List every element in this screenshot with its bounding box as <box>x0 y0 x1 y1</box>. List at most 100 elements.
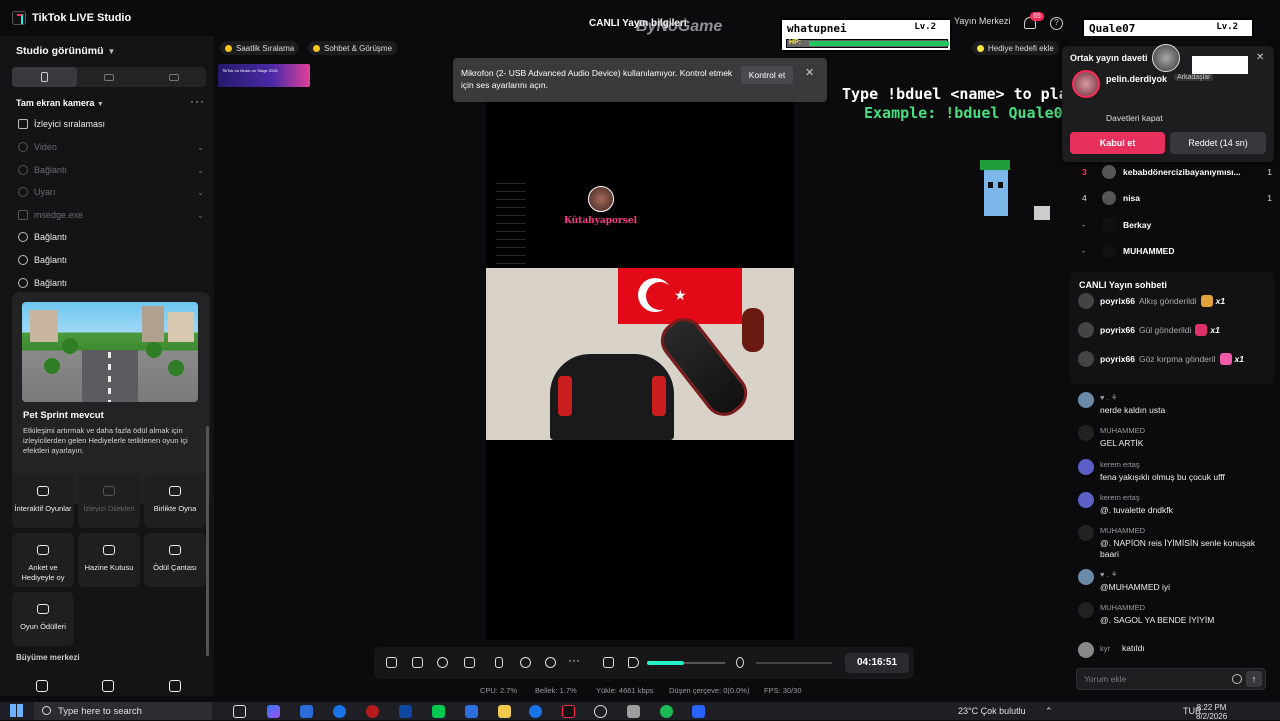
source-item[interactable]: İzleyici sıralaması <box>18 115 204 133</box>
studio-view-dropdown[interactable]: Studio görünümü ▼ <box>16 45 115 57</box>
phone-icon[interactable] <box>495 657 503 668</box>
chevron-down-icon[interactable]: ⌄ <box>197 166 204 175</box>
diamond-icon[interactable] <box>169 680 181 692</box>
treasure-icon <box>103 545 115 555</box>
gamepad-icon <box>37 486 49 496</box>
rank-number: 4 <box>1082 193 1087 203</box>
app-icon[interactable] <box>366 705 379 718</box>
rank-number: - <box>1082 220 1085 230</box>
scene-selector[interactable]: Tam ekran kamera ▼ <box>16 98 104 108</box>
more-icon[interactable]: ··· <box>568 653 580 667</box>
app-icon[interactable] <box>594 705 607 718</box>
app-icon[interactable] <box>627 705 640 718</box>
gift-goal-chip[interactable]: Hediye hedefi ekle <box>972 41 1059 55</box>
pet-sprint-promo[interactable]: Pet Sprint mevcut Etkileşimi artırmak ve… <box>12 292 210 504</box>
game-rewards-button[interactable]: Oyun Ödülleri <box>12 592 74 646</box>
source-item[interactable]: Video ⌄ <box>18 138 204 156</box>
avatar <box>1102 244 1116 258</box>
app-icon[interactable] <box>692 705 705 718</box>
tiktok-logo-icon <box>12 11 26 25</box>
windows-start-icon[interactable] <box>10 704 23 717</box>
speaker-icon[interactable] <box>628 657 639 668</box>
gift-user: poyrix66 <box>1100 325 1135 335</box>
task-view-icon[interactable] <box>233 705 246 718</box>
ranking-row[interactable]: - MUHAMMED <box>1082 242 1272 260</box>
player1-hp-fill <box>809 41 949 46</box>
chevron-down-icon[interactable]: ⌄ <box>197 143 204 152</box>
source-item[interactable]: Uyarı ⌄ <box>18 183 204 201</box>
source-item[interactable]: Bağlantı <box>18 251 204 269</box>
clock[interactable]: 8:22 PM 8/2/2026 <box>1196 703 1227 721</box>
avatar <box>1102 165 1116 179</box>
player1-level: Lv.2 <box>914 22 936 32</box>
duel-instruction: Type !bduel <name> to play <box>842 85 1077 103</box>
invite-title: Ortak yayın daveti <box>1070 53 1148 63</box>
ai-icon[interactable] <box>437 657 448 668</box>
folder-icon[interactable] <box>498 705 511 718</box>
viewer-wishes-button[interactable]: İzleyici Dilekleri <box>78 474 140 528</box>
ranking-row[interactable]: 3 kebabdönercizibayanıymısı... 1 <box>1082 163 1272 181</box>
edge-icon[interactable] <box>333 705 346 718</box>
chat-user: MUHAMMED <box>1100 603 1145 612</box>
source-item[interactable]: msedge.exe ⌄ <box>18 206 204 224</box>
source-item[interactable]: Bağlantı <box>18 274 204 292</box>
store-icon[interactable] <box>300 705 313 718</box>
chevron-down-icon[interactable]: ⌄ <box>197 211 204 220</box>
avatar <box>1078 492 1094 508</box>
edge-icon[interactable] <box>529 705 542 718</box>
heart-icon[interactable] <box>36 680 48 692</box>
app-icon[interactable] <box>399 705 412 718</box>
tiktok-live-icon[interactable] <box>562 705 575 718</box>
app-icon[interactable] <box>465 705 478 718</box>
toast-message: Mikrofon (2- USB Advanced Audio Device) … <box>461 68 733 90</box>
landscape-toggle[interactable] <box>77 67 142 87</box>
more-options-icon[interactable]: ··· <box>190 94 205 108</box>
avatar <box>1078 525 1094 541</box>
send-button[interactable]: ↑ <box>1246 671 1262 687</box>
settings-sliders-icon[interactable] <box>603 657 614 668</box>
reward-bag-button[interactable]: Ödül Çantası <box>144 533 206 587</box>
interactive-games-button[interactable]: İnteraktif Oyunlar <box>12 474 74 528</box>
mic-icon[interactable] <box>736 657 744 668</box>
source-item[interactable]: Bağlantı <box>18 228 204 246</box>
avatar <box>1078 569 1094 585</box>
weather-text[interactable]: 23°C Çok bulutlu <box>958 706 1026 716</box>
close-icon[interactable]: ✕ <box>1256 52 1264 63</box>
tray-icons[interactable]: ⌃ <box>1045 706 1053 717</box>
add-source-icon[interactable] <box>464 657 475 668</box>
copilot-icon[interactable] <box>267 705 280 718</box>
mic-slider[interactable] <box>756 662 832 664</box>
hourly-ranking-chip[interactable]: Saatlik Sıralama <box>220 41 300 55</box>
close-icon[interactable]: ✕ <box>805 66 814 79</box>
record-icon[interactable] <box>520 657 531 668</box>
chevron-down-icon[interactable]: ⌄ <box>197 188 204 197</box>
dual-toggle[interactable] <box>141 67 206 87</box>
taskbar-search[interactable]: Type here to search <box>34 702 212 720</box>
portrait-toggle[interactable] <box>12 67 77 87</box>
chat-text: katıldı <box>1122 643 1145 653</box>
live-center-link[interactable]: Yayın Merkezi <box>954 16 1010 26</box>
chat-call-chip[interactable]: Sohbet & Görüşme <box>308 41 398 55</box>
reject-button[interactable]: Reddet (14 sn) <box>1170 132 1266 154</box>
close-invites-option[interactable]: Davetleri kapat <box>1106 113 1163 123</box>
source-item[interactable]: Bağlantı ⌄ <box>18 161 204 179</box>
poll-button[interactable]: Anket ve Hediyeyle oy <box>12 533 74 587</box>
screenshot-icon[interactable] <box>545 657 556 668</box>
event-banner[interactable]: TikTok on Music on Stage 2026 <box>218 64 310 87</box>
app-icon[interactable] <box>432 705 445 718</box>
spotify-icon[interactable] <box>660 705 673 718</box>
ranking-row[interactable]: - Berkay <box>1082 216 1272 234</box>
check-button[interactable]: Kontrol et <box>741 66 793 84</box>
sidebar-scrollbar[interactable] <box>206 426 209 656</box>
magic-wand-icon[interactable] <box>386 657 397 668</box>
source-label: Bağlantı <box>34 165 68 175</box>
play-together-button[interactable]: Birlikte Oyna <box>144 474 206 528</box>
treasure-box-button[interactable]: Hazine Kutusu <box>78 533 140 587</box>
emoji-icon[interactable] <box>1232 674 1242 684</box>
avatar <box>1078 642 1094 658</box>
screen-capture-icon[interactable] <box>412 657 423 668</box>
accept-button[interactable]: Kabul et <box>1070 132 1165 154</box>
ranking-row[interactable]: 4 nisa 1 <box>1082 189 1272 207</box>
gift-icon[interactable] <box>102 680 114 692</box>
help-icon[interactable]: ? <box>1050 17 1063 30</box>
